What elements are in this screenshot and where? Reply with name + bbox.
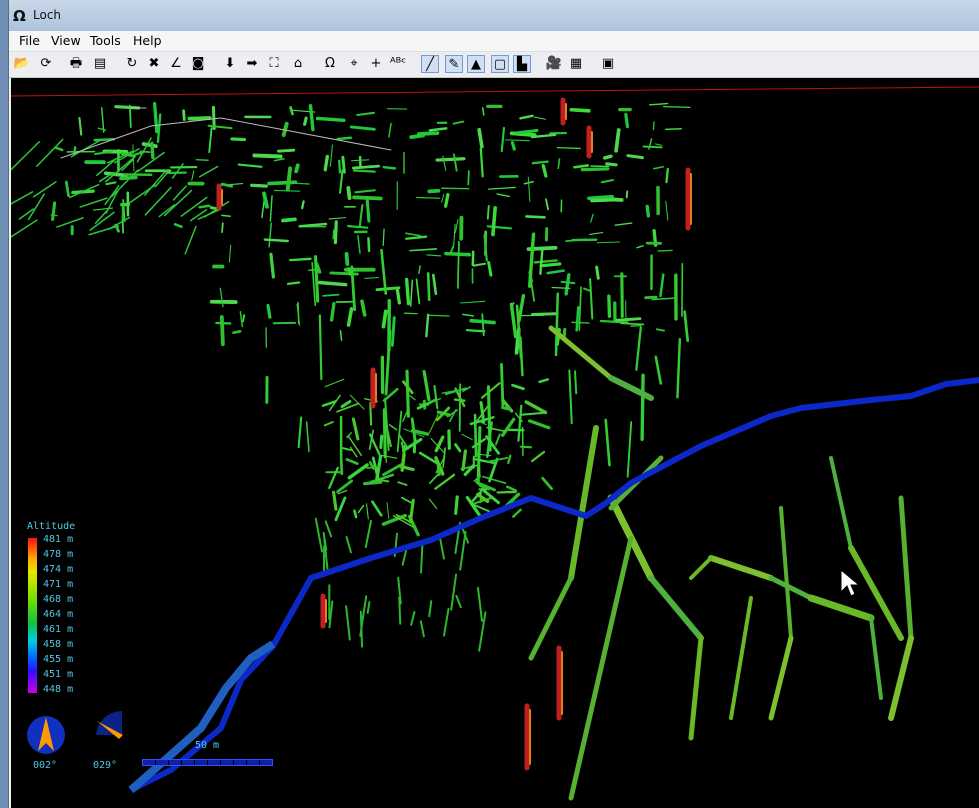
view-right-icon[interactable]: ➡	[243, 55, 261, 73]
reload-icon[interactable]: ⟳	[37, 55, 55, 73]
bbox-icon[interactable]: ▢	[491, 55, 509, 73]
legend-level: 478 m	[43, 549, 74, 560]
centerline-icon[interactable]: ╱	[421, 55, 439, 73]
legend-level: 451 m	[43, 669, 74, 680]
title-bar: Ω Loch	[9, 0, 979, 31]
omega-icon: Ω	[13, 7, 26, 25]
mouse-cursor-icon	[840, 568, 859, 597]
tilt-value: 029°	[93, 760, 118, 771]
cave-passages	[11, 97, 914, 801]
target-icon[interactable]: ⌖	[345, 55, 363, 73]
home-icon[interactable]: ⌂	[289, 55, 307, 73]
indicators-icon[interactable]: ▙	[513, 55, 531, 73]
legend-level: 458 m	[43, 639, 74, 650]
print-icon[interactable]: 🖶	[67, 55, 85, 73]
omega-icon[interactable]: Ω	[321, 55, 339, 73]
menu-tools[interactable]: Tools	[90, 33, 121, 48]
app-window: Ω Loch File View Tools Help 📂 ⟳ 🖶 ▤ ↻ ✖ ∠ ◙ ⬇ ➡ ⛶ ⌂…	[8, 0, 979, 808]
details-icon[interactable]: ▦	[567, 55, 585, 73]
menu-view[interactable]: View	[51, 33, 81, 48]
altitude-colorbar	[28, 538, 37, 693]
rotate-icon[interactable]: ↻	[123, 55, 141, 73]
legend-level: 448 m	[43, 684, 74, 695]
legend-level: 455 m	[43, 654, 74, 665]
menu-bar: File View Tools Help	[9, 31, 979, 52]
label-icon[interactable]: ᴬᴮᶜ	[389, 55, 407, 73]
legend-level: 461 m	[43, 624, 74, 635]
legend-level: 464 m	[43, 609, 74, 620]
bounding-box-edge	[11, 86, 979, 97]
toolbar: 📂 ⟳ 🖶 ▤ ↻ ✖ ∠ ◙ ⬇ ➡ ⛶ ⌂ Ω ⌖ + ᴬᴮᶜ ╱ ✎ ▲ ▢ ▙ 🎥 ▦ ▣	[9, 52, 979, 78]
walls-icon[interactable]: ✎	[445, 55, 463, 73]
fullscreen-icon[interactable]: ▣	[599, 55, 617, 73]
altitude-legend-title: Altitude	[27, 521, 76, 532]
menu-help[interactable]: Help	[133, 33, 162, 48]
scale-label: 50 m	[195, 740, 220, 751]
legend-level: 481 m	[43, 534, 74, 545]
legend-level: 468 m	[43, 594, 74, 605]
legend-level: 471 m	[43, 579, 74, 590]
orientation-indicators	[27, 711, 123, 754]
view-down-icon[interactable]: ⬇	[221, 55, 239, 73]
zoom-extents-icon[interactable]: ⛶	[265, 55, 283, 73]
scale-bar	[142, 759, 273, 766]
crosshair-icon[interactable]: +	[367, 55, 385, 73]
open-icon[interactable]: 📂	[13, 55, 31, 73]
window-title: Loch	[33, 8, 62, 22]
export-icon[interactable]: ▤	[91, 55, 109, 73]
surface-icon[interactable]: ▲	[467, 55, 485, 73]
3d-viewport[interactable]: Altitude 481 m 478 m 474 m 471 m 468 m 464 m 4…	[11, 78, 979, 808]
menu-file[interactable]: File	[19, 33, 40, 48]
no-rotate-icon[interactable]: ✖	[145, 55, 163, 73]
angle-icon[interactable]: ∠	[167, 55, 185, 73]
compass-value: 002°	[33, 760, 58, 771]
camera-icon[interactable]: 🎥	[545, 55, 563, 73]
cave-model[interactable]	[11, 78, 979, 808]
stereo-glasses-icon[interactable]: ◙	[189, 55, 207, 73]
legend-level: 474 m	[43, 564, 74, 575]
